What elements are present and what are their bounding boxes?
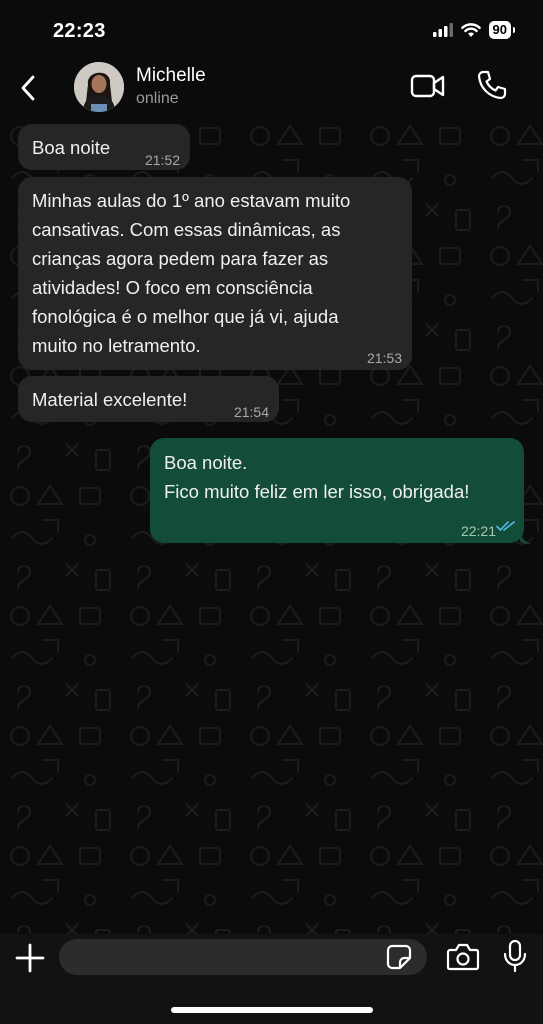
status-icons: 90	[432, 21, 516, 39]
plus-icon	[15, 943, 45, 973]
video-call-icon	[410, 74, 445, 98]
message-input[interactable]	[59, 939, 427, 975]
contact-name[interactable]: Michelle	[136, 65, 206, 87]
message-bubble-incoming[interactable]: Minhas aulas do 1º ano estavam muito can…	[18, 177, 412, 370]
bubble-tail	[520, 532, 532, 544]
attach-button[interactable]	[14, 942, 46, 974]
sticker-button[interactable]	[386, 944, 412, 970]
wifi-icon	[460, 22, 481, 37]
phone-call-icon	[477, 70, 507, 100]
battery-icon: 90	[488, 21, 516, 39]
message-time: 21:53	[366, 350, 402, 366]
status-time: 22:23	[53, 20, 106, 42]
message-text: Material excelente!	[32, 389, 188, 410]
chat-header: Michelle online	[0, 60, 543, 116]
contact-status: online	[136, 90, 179, 107]
camera-button[interactable]	[446, 942, 480, 972]
voice-call-button[interactable]	[476, 69, 508, 101]
camera-icon	[446, 943, 480, 971]
microphone-button[interactable]	[502, 939, 528, 973]
message-time: 21:52	[144, 152, 180, 168]
signal-icon	[432, 23, 453, 37]
sticker-icon	[386, 944, 412, 970]
status-bar: 22:23 90	[0, 0, 543, 60]
back-chevron-icon	[21, 75, 35, 101]
message-time: 22:21	[460, 523, 496, 539]
composer-bar	[0, 934, 543, 1024]
video-call-button[interactable]	[410, 70, 446, 102]
message-time: 21:54	[233, 404, 269, 420]
double-check-icon	[496, 521, 515, 531]
microphone-icon	[503, 939, 527, 973]
message-bubble-outgoing[interactable]: Boa noite. Fico muito feliz em ler isso,…	[150, 438, 524, 543]
message-bubble-incoming[interactable]: Boa noite 21:52	[18, 124, 190, 170]
message-text: Minhas aulas do 1º ano estavam muito can…	[32, 190, 351, 356]
chat-area[interactable]: Boa noite 21:52 Minhas aulas do 1º ano e…	[0, 116, 543, 934]
message-bubble-incoming[interactable]: Material excelente! 21:54	[18, 376, 279, 422]
back-button[interactable]	[14, 72, 42, 104]
home-indicator[interactable]	[171, 1007, 373, 1013]
message-text: Boa noite. Fico muito feliz em ler isso,…	[164, 452, 470, 502]
contact-photo	[74, 62, 124, 112]
avatar[interactable]	[74, 62, 124, 112]
